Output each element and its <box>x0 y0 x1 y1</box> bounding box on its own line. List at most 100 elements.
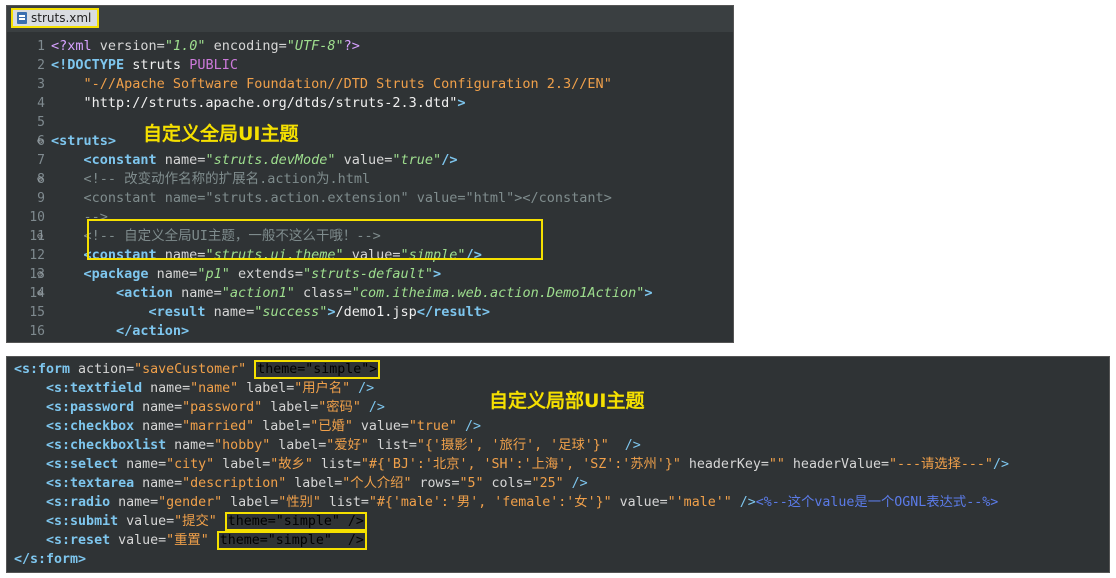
code-token: > <box>433 266 442 282</box>
code-token: "故乡" <box>270 457 313 472</box>
code-token: "---请选择---" <box>889 457 993 472</box>
line-number: 12 <box>29 248 45 263</box>
code-token: </result> <box>416 304 490 320</box>
code-token: label= <box>214 457 271 472</box>
code-token: <s:checkbox <box>46 419 135 434</box>
code-token: /> <box>441 152 458 168</box>
code-token: /> <box>360 400 385 415</box>
code-line: 9 <constant name="struts.action.extensio… <box>7 189 733 208</box>
xml-editor-pane[interactable]: struts.xml 1 <?xml version="1.0" encoding… <box>6 5 734 343</box>
code-token: value= <box>611 495 668 510</box>
code-text: <constant name="struts.devMode" value="t… <box>51 151 458 170</box>
code-token: "p1" <box>197 266 230 282</box>
code-token: /> <box>350 381 375 396</box>
code-token: "struts-default" <box>303 266 434 282</box>
code-token: "" <box>768 457 785 472</box>
code-token: /> <box>456 419 481 434</box>
code-token: > <box>457 95 466 111</box>
line-number: 4 <box>37 96 45 111</box>
code-text: <struts> <box>51 132 116 151</box>
tab-struts-xml[interactable]: struts.xml <box>11 8 100 28</box>
code-token: <result <box>148 304 206 320</box>
code-token: "name" <box>190 381 239 396</box>
code-token: list= <box>320 495 369 510</box>
code-token: label= <box>254 419 311 434</box>
code-token: "'male'" <box>667 495 732 510</box>
line-number: 10 <box>29 210 45 225</box>
editor-tab-bar: struts.xml <box>7 6 733 32</box>
code-token: <?xml <box>51 38 100 54</box>
code-token: "married" <box>182 419 255 434</box>
code-token: "1.0" <box>164 38 206 54</box>
code-text: <action name="action1" class="com.itheim… <box>51 284 653 303</box>
code-text: <s:radio name="gender" label="性别" list="… <box>14 493 998 512</box>
fold-toggle-icon[interactable]: ⊖ <box>37 170 43 189</box>
code-token: headerValue= <box>784 457 889 472</box>
code-line: 8 ⊖ <!-- 改变动作名称的扩展名.action为.html <box>7 170 733 189</box>
code-token: list= <box>368 438 417 453</box>
code-token: "个人介绍" <box>342 476 412 491</box>
code-token: <!DOCTYPE <box>51 57 125 73</box>
code-line: <s:checkbox name="married" label="已婚" va… <box>7 417 1109 436</box>
code-token: "UTF-8" <box>286 38 344 54</box>
code-token: encoding= <box>205 38 287 54</box>
code-token: label= <box>270 438 327 453</box>
line-number: 9 <box>37 191 45 206</box>
code-token: <constant name="struts.action.extension"… <box>83 190 612 206</box>
code-token: label= <box>286 476 343 491</box>
code-token: struts <box>124 57 190 73</box>
code-token: value= <box>118 514 175 529</box>
fold-toggle-icon[interactable]: ⊖ <box>37 284 43 303</box>
fold-toggle-icon[interactable]: ⊖ <box>37 132 43 151</box>
fold-toggle-icon[interactable]: ⊖ <box>37 227 43 246</box>
fold-toggle-icon[interactable]: ⊖ <box>37 265 43 284</box>
highlighted-theme-attr: theme="simple" /> <box>224 512 367 531</box>
code-token: /demo1.jsp <box>335 304 417 320</box>
code-token: /> <box>563 476 588 491</box>
line-number: 1 <box>37 39 45 54</box>
code-token: "爱好" <box>326 438 369 453</box>
code-text: </action> <box>51 322 189 341</box>
code-line: <s:reset value="重置" theme="simple" /> <box>7 531 1109 550</box>
code-token: <constant <box>83 152 157 168</box>
code-token: name= <box>156 152 206 168</box>
code-token: value= <box>352 419 409 434</box>
code-token: <package <box>83 266 149 282</box>
code-token: <s:radio <box>46 495 111 510</box>
code-token: value= <box>335 152 393 168</box>
code-text: <s:form action="saveCustomer" theme="sim… <box>14 360 381 379</box>
code-text: <s:checkboxlist name="hobby" label="爱好" … <box>14 436 641 455</box>
code-text: <s:reset value="重置" theme="simple" /> <box>14 531 367 550</box>
jsp-editor-pane[interactable]: <s:form action="saveCustomer" theme="sim… <box>6 356 1110 573</box>
code-token: "saveCustomer" <box>134 362 247 377</box>
code-token: "已婚" <box>310 419 353 434</box>
code-token: name= <box>205 304 255 320</box>
code-token: "密码" <box>318 400 361 415</box>
code-text: "-//Apache Software Foundation//DTD Stru… <box>51 75 612 94</box>
code-token: <%--这个value是一个OGNL表达式--%> <box>755 495 999 510</box>
code-token: <s:reset <box>46 533 111 548</box>
code-token: <s:submit <box>46 514 119 529</box>
highlighted-theme-attr: theme="simple"> <box>254 360 381 379</box>
code-token: "{'摄影', '旅行', '足球'}" <box>416 438 609 453</box>
code-token: name= <box>172 285 222 301</box>
code-token: "提交" <box>174 514 217 529</box>
code-line: </s:form> <box>7 550 1109 569</box>
code-token: name= <box>142 381 191 396</box>
code-text: <s:submit value="提交" theme="simple" /> <box>14 512 367 531</box>
code-token: "action1" <box>221 285 295 301</box>
code-line: 5 <box>7 113 733 132</box>
code-token: version= <box>99 38 165 54</box>
code-token: "city" <box>166 457 215 472</box>
code-token: name= <box>134 419 183 434</box>
